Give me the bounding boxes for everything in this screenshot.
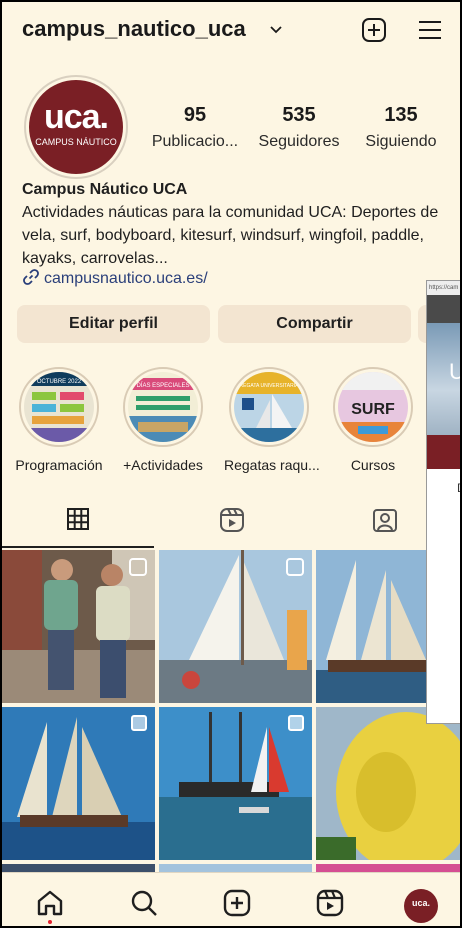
post-tile[interactable] [316, 707, 460, 860]
post-tile[interactable] [2, 550, 155, 703]
browser-url[interactable]: https://cam [427, 281, 460, 295]
post-tile[interactable] [159, 550, 312, 703]
link-icon [23, 269, 39, 285]
highlight-label: +Actividades [123, 457, 203, 473]
stat-followers[interactable]: 535 Seguidores [249, 104, 349, 151]
active-tab-indicator [2, 546, 154, 548]
reels-icon [220, 508, 244, 532]
floating-browser-window[interactable]: https://cam U D [426, 280, 460, 724]
reels-nav-icon[interactable] [314, 887, 346, 919]
browser-hero-letter: U [449, 359, 460, 384]
avatar-logo-subtext: CAMPUS NÁUTICO [35, 137, 117, 147]
profile-link[interactable]: campusnautico.uca.es/ [22, 268, 208, 288]
chevron-down-icon[interactable] [270, 24, 282, 36]
highlight-art-text: REGATA UNIVERSITARIA [240, 383, 300, 389]
highlight-label: Regatas raqu... [224, 457, 320, 473]
edit-profile-button[interactable]: Editar perfil [17, 305, 210, 343]
avatar[interactable]: uca. CAMPUS NÁUTICO [29, 80, 123, 174]
carousel-badge-icon [131, 715, 147, 731]
create-post-icon[interactable] [360, 16, 388, 44]
highlight-cursos[interactable]: SURF Cursos [328, 367, 418, 473]
grid-icon [67, 508, 89, 530]
browser-text: D [457, 481, 460, 495]
highlight-cover: SURF [338, 372, 408, 442]
reel-badge-icon [129, 558, 147, 576]
post-tile[interactable] [159, 707, 312, 860]
highlight-cover: REGATA UNIVERSITARIA [234, 372, 304, 442]
create-icon[interactable] [221, 887, 253, 919]
browser-hero-image: U [427, 323, 460, 435]
stat-value: 95 [183, 104, 207, 126]
highlight-label: Programación [15, 457, 103, 473]
highlight-art-text: OCTUBRE 2022 [37, 379, 82, 385]
stat-label: Publicacio... [151, 133, 239, 150]
profile-link-text: campusnautico.uca.es/ [44, 270, 208, 287]
browser-banner [427, 435, 460, 469]
tab-reels[interactable] [155, 505, 307, 545]
share-profile-button[interactable]: Compartir [218, 305, 411, 343]
highlight-art-text: DÍAS ESPECIALES [136, 382, 189, 389]
avatar-logo-text: uca. [43, 98, 109, 136]
stat-label: Siguiendo [365, 133, 437, 150]
top-bar: campus_nautico_uca [2, 2, 460, 62]
home-icon[interactable] [34, 887, 66, 919]
highlight-cover: DÍAS ESPECIALES [128, 372, 198, 442]
highlight-ring: REGATA UNIVERSITARIA [229, 367, 309, 447]
bottom-navigation: uca. [2, 872, 460, 926]
reel-badge-icon [286, 558, 304, 576]
stat-following[interactable]: 135 Siguiendo [351, 104, 451, 151]
highlight-art-text: SURF [351, 401, 395, 418]
stat-value: 135 [384, 104, 418, 126]
post-tile[interactable] [2, 707, 155, 860]
highlight-programacion[interactable]: OCTUBRE 2022 Programación [14, 367, 104, 473]
tagged-icon [373, 509, 397, 532]
notification-dot [48, 920, 52, 924]
highlight-ring: DÍAS ESPECIALES [123, 367, 203, 447]
browser-toolbar [427, 295, 460, 323]
tab-posts-grid[interactable] [2, 505, 154, 545]
stat-posts[interactable]: 95 Publicacio... [145, 104, 245, 151]
instagram-profile-screen: campus_nautico_uca uca. CAMPUS NÁUTICO 9… [2, 2, 460, 926]
carousel-badge-icon [288, 715, 304, 731]
bio-text: Actividades náuticas para la comunidad U… [22, 204, 439, 267]
stat-label: Seguidores [258, 133, 340, 150]
highlight-ring: OCTUBRE 2022 [19, 367, 99, 447]
bio-block: Campus Náutico UCA Actividades náuticas … [22, 178, 452, 270]
highlight-cover: OCTUBRE 2022 [24, 372, 94, 442]
highlight-regatas[interactable]: REGATA UNIVERSITARIA Regatas raqu... [224, 367, 320, 473]
search-icon[interactable] [128, 887, 160, 919]
profile-nav-avatar[interactable]: uca. [404, 889, 438, 923]
stat-value: 535 [282, 104, 316, 126]
highlight-ring: SURF [333, 367, 413, 447]
profile-username[interactable]: campus_nautico_uca [22, 16, 246, 42]
highlight-label: Cursos [350, 457, 396, 473]
menu-icon[interactable] [416, 16, 444, 44]
profile-name: Campus Náutico UCA [22, 181, 188, 198]
highlight-actividades[interactable]: DÍAS ESPECIALES +Actividades [118, 367, 208, 473]
